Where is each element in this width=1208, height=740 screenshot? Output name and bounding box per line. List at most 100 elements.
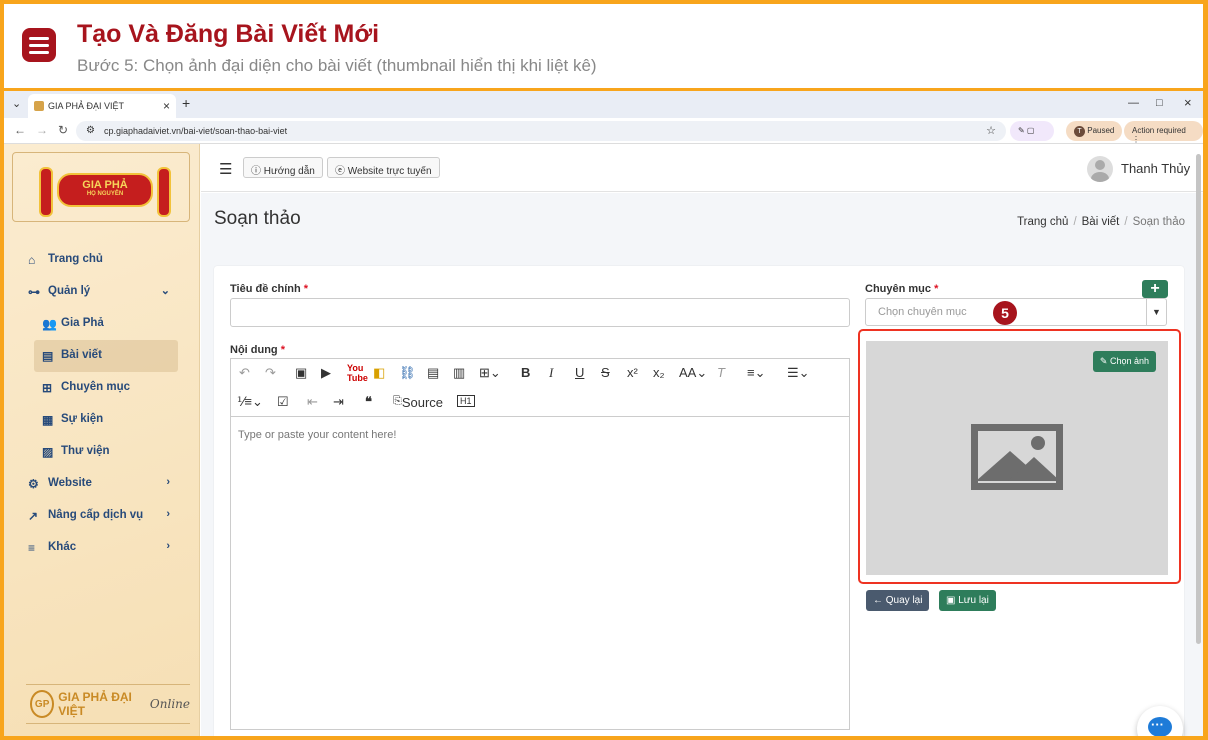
- thumbnail-preview[interactable]: ✎ Chọn ảnh: [866, 341, 1168, 575]
- superscript-icon[interactable]: x²: [627, 365, 638, 380]
- table-icon[interactable]: ⊞⌄: [479, 365, 501, 381]
- minimize-icon[interactable]: —: [1128, 97, 1139, 109]
- indent-icon[interactable]: ⇥: [333, 394, 344, 410]
- sidebar-item-khac[interactable]: ≡ Khác ›: [4, 532, 200, 564]
- chart-icon: ↗: [28, 509, 39, 523]
- tutorial-frame: Tạo Và Đăng Bài Viết Mới Bước 5: Chọn ản…: [4, 4, 1203, 736]
- sidebar-item-bai-viet[interactable]: ▤ Bài viết: [34, 340, 178, 372]
- sidebar-item-label: Quản lý: [48, 285, 91, 297]
- support-chat-icon[interactable]: [1137, 706, 1183, 736]
- tab-list-icon[interactable]: ⌄: [12, 97, 21, 110]
- document-icon[interactable]: ▤: [427, 365, 439, 381]
- url-text: cp.giaphadaiviet.vn/bai-viet/soan-thao-b…: [104, 126, 288, 136]
- blockquote-icon[interactable]: ❝: [365, 394, 372, 410]
- underline-icon[interactable]: U: [575, 365, 584, 380]
- strikethrough-icon[interactable]: S: [601, 365, 610, 380]
- forward-arrow-icon[interactable]: →: [36, 123, 48, 137]
- brand-text: GIA PHẢ ĐẠI VIỆT: [58, 690, 132, 718]
- reload-icon[interactable]: ↻: [58, 123, 68, 137]
- youtube-icon[interactable]: You Tube: [347, 363, 368, 383]
- numbered-list-icon[interactable]: ⅟≡⌄: [237, 394, 263, 410]
- italic-icon[interactable]: I: [549, 365, 553, 381]
- editor-card: Tiêu đề chính * Nội dung * ↶ ↷ ▣ ▶ You Tu…: [214, 266, 1184, 736]
- close-window-icon[interactable]: ×: [1184, 95, 1192, 110]
- menu-toggle-icon[interactable]: ☰: [219, 160, 232, 178]
- source-button[interactable]: ⎘ Source: [393, 395, 443, 410]
- sidebar-item-thu-vien[interactable]: ▨ Thư viện: [4, 436, 200, 468]
- outdent-icon[interactable]: ⇤: [307, 394, 318, 410]
- user-avatar[interactable]: [1087, 156, 1113, 182]
- media-icon[interactable]: ▶: [321, 365, 331, 381]
- link-icon[interactable]: ⛓: [399, 365, 416, 381]
- action-required-label: Action required: [1132, 126, 1186, 135]
- site-info-icon[interactable]: ⚙: [86, 125, 95, 136]
- info-icon: ⓘ: [251, 166, 264, 177]
- sidebar-item-label: Thư viện: [61, 445, 110, 457]
- save-icon: ▣: [946, 595, 959, 606]
- back-arrow-icon[interactable]: ←: [14, 123, 26, 137]
- audio-icon[interactable]: ◧: [373, 365, 385, 381]
- todo-list-icon[interactable]: ☑: [277, 394, 289, 410]
- guide-button[interactable]: ⓘ Hướng dẫn: [243, 157, 323, 178]
- image-icon[interactable]: ▣: [295, 365, 307, 381]
- newspaper-icon: ▤: [42, 349, 54, 363]
- bars-icon: ≡: [28, 541, 36, 555]
- choose-image-label: Chọn ảnh: [1109, 356, 1149, 366]
- profile-button[interactable]: T Paused: [1066, 121, 1123, 141]
- sidebar-item-trang-chu[interactable]: ⌂ Trang chủ: [4, 244, 200, 276]
- undo-icon[interactable]: ↶: [239, 365, 250, 381]
- title-input[interactable]: [230, 298, 850, 327]
- editor-placeholder[interactable]: Type or paste your content here!: [238, 429, 396, 441]
- heading-icon[interactable]: H1: [457, 395, 475, 407]
- user-name[interactable]: Thanh Thủy: [1121, 161, 1190, 176]
- website-label: Website trực tuyến: [347, 166, 432, 177]
- action-required-button[interactable]: Action required ⋮: [1124, 121, 1203, 144]
- clear-format-icon[interactable]: T: [717, 365, 725, 380]
- maximize-icon[interactable]: □: [1156, 97, 1163, 109]
- arrow-left-icon: ←: [873, 595, 886, 606]
- subscript-icon[interactable]: x₂: [653, 365, 665, 380]
- editor-toolbar: ↶ ↷ ▣ ▶ You Tube ◧ ⛓ ▤ ▥ ⊞⌄ B I U S x² x₂: [231, 359, 849, 417]
- logo: GIA PHẢ HỌ NGUYỄN: [12, 152, 190, 222]
- font-size-icon[interactable]: AA⌄: [679, 365, 707, 381]
- logo-pillar-right: [157, 167, 171, 217]
- website-online-button[interactable]: ⓔ Website trực tuyến: [327, 157, 440, 178]
- image-placeholder-icon: [971, 424, 1063, 490]
- url-field[interactable]: ⚙ cp.giaphadaiviet.vn/bai-viet/soan-thao…: [76, 121, 1006, 141]
- breadcrumb-home[interactable]: Trang chủ: [1017, 216, 1068, 228]
- bold-icon[interactable]: B: [521, 365, 530, 380]
- align-icon[interactable]: ≡⌄: [747, 365, 765, 381]
- layout-icon[interactable]: ▥: [453, 365, 465, 381]
- sidebar-item-chuyen-muc[interactable]: ⊞ Chuyên mục: [4, 372, 200, 404]
- calendar-icon: ▦: [42, 413, 54, 427]
- breadcrumb: Trang chủ / Bài viết / Soạn thảo: [1017, 216, 1185, 228]
- redo-icon[interactable]: ↷: [265, 365, 276, 381]
- sitemap-icon: ⊶: [28, 285, 40, 299]
- bookmark-star-icon[interactable]: ☆: [986, 124, 996, 137]
- sidebar-item-gia-pha[interactable]: 👥 Gia Phả: [4, 308, 200, 340]
- scrollbar[interactable]: [1196, 154, 1201, 644]
- choose-image-button[interactable]: ✎ Chọn ảnh: [1092, 351, 1156, 372]
- new-tab-icon[interactable]: +: [182, 95, 190, 111]
- sidebar-item-nang-cap[interactable]: ↗ Nâng cấp dịch vụ ›: [4, 500, 200, 532]
- tutorial-subtitle: Bước 5: Chọn ảnh đại diện cho bài viết (…: [77, 56, 597, 75]
- content-label: Nội dung *: [230, 344, 285, 356]
- sidebar-item-quan-ly[interactable]: ⊶ Quản lý ⌄: [4, 276, 200, 308]
- bullet-list-icon[interactable]: ☰⌄: [787, 365, 810, 381]
- chevron-down-icon[interactable]: ▼: [1146, 299, 1166, 325]
- category-placeholder: Chọn chuyên mục: [878, 306, 967, 318]
- add-category-button[interactable]: +: [1142, 280, 1168, 298]
- back-button[interactable]: ← Quay lại: [866, 590, 930, 611]
- category-label: Chuyên mục *: [865, 283, 939, 295]
- browser-tab[interactable]: GIA PHẢ ĐẠI VIỆT ×: [28, 94, 176, 118]
- chevron-right-icon: ›: [166, 476, 170, 488]
- home-icon: ⌂: [28, 253, 36, 267]
- sidebar-item-label: Bài viết: [61, 349, 102, 361]
- save-button[interactable]: ▣ Lưu lại: [939, 590, 996, 611]
- close-tab-icon[interactable]: ×: [163, 99, 170, 113]
- extensions-icon[interactable]: ✎ ▢: [1010, 121, 1054, 141]
- sidebar-item-su-kien[interactable]: ▦ Sự kiện: [4, 404, 200, 436]
- breadcrumb-posts[interactable]: Bài viết: [1082, 216, 1120, 228]
- sidebar-item-label: Gia Phả: [61, 317, 104, 329]
- sidebar-item-website[interactable]: ⚙ Website ›: [4, 468, 200, 500]
